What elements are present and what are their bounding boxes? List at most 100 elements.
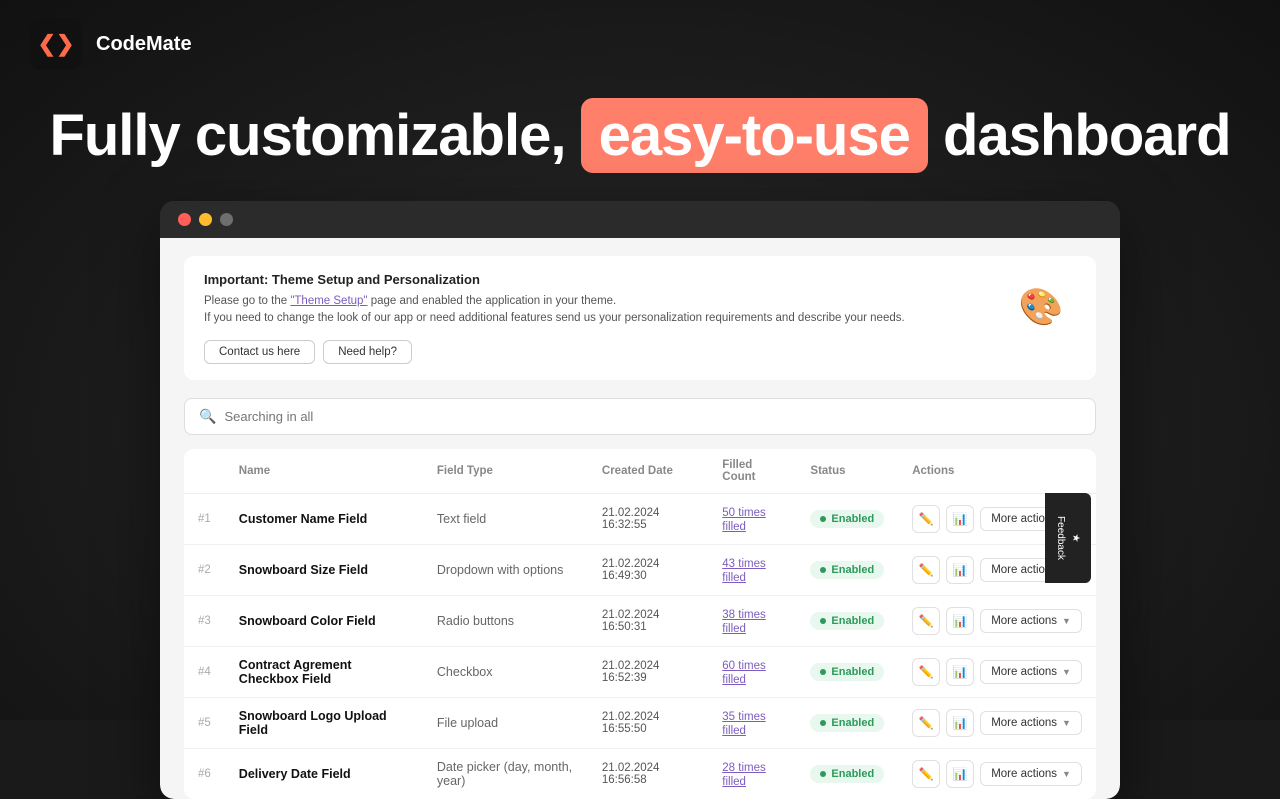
action-icons: ✏️ 📊 More actions ▼ <box>912 760 1082 788</box>
feedback-label: Feedback <box>1055 516 1066 560</box>
notice-content: Important: Theme Setup and Personalizati… <box>204 272 986 364</box>
row-field-name: Snowboard Logo Upload Field <box>225 697 423 748</box>
action-icons: ✏️ 📊 More actions ▼ <box>912 709 1082 737</box>
more-actions-label: More actions <box>991 768 1057 780</box>
row-field-name: Delivery Date Field <box>225 748 423 799</box>
chart-button[interactable]: 📊 <box>946 556 974 584</box>
chevron-down-icon: ▼ <box>1062 616 1071 626</box>
row-created-date: 21.02.2024 16:49:30 <box>588 544 708 595</box>
table-row: #6 Delivery Date Field Date picker (day,… <box>184 748 1096 799</box>
table-row: #4 Contract Agrement Checkbox Field Chec… <box>184 646 1096 697</box>
contact-button[interactable]: Contact us here <box>204 340 315 364</box>
edit-button[interactable]: ✏️ <box>912 658 940 686</box>
status-label: Enabled <box>831 666 874 678</box>
hero-suffix: dashboard <box>943 103 1231 168</box>
window-titlebar <box>160 201 1120 238</box>
table-row: #5 Snowboard Logo Upload Field File uplo… <box>184 697 1096 748</box>
chart-button[interactable]: 📊 <box>946 607 974 635</box>
chart-button[interactable]: 📊 <box>946 658 974 686</box>
status-label: Enabled <box>831 564 874 576</box>
more-actions-label: More actions <box>991 615 1057 627</box>
notice-buttons: Contact us here Need help? <box>204 340 986 364</box>
dot-red[interactable] <box>178 213 191 226</box>
table-row: #1 Customer Name Field Text field 21.02.… <box>184 493 1096 544</box>
more-actions-button[interactable]: More actions ▼ <box>980 609 1082 633</box>
feedback-star-icon: ★ <box>1070 533 1081 542</box>
row-num: #5 <box>184 697 225 748</box>
logo-box: ❮❯ <box>30 18 82 70</box>
table-header: Name Field Type Created Date Filled Coun… <box>184 449 1096 494</box>
status-dot <box>820 516 826 522</box>
status-dot <box>820 669 826 675</box>
row-filled-count[interactable]: 43 times filled <box>722 558 765 584</box>
more-actions-button[interactable]: More actions ▼ <box>980 660 1082 684</box>
row-num: #2 <box>184 544 225 595</box>
hero-section: Fully customizable, easy-to-use dashboar… <box>0 98 1280 173</box>
more-actions-label: More actions <box>991 717 1057 729</box>
edit-button[interactable]: ✏️ <box>912 709 940 737</box>
edit-button[interactable]: ✏️ <box>912 760 940 788</box>
help-button[interactable]: Need help? <box>323 340 412 364</box>
edit-button[interactable]: ✏️ <box>912 556 940 584</box>
edit-button[interactable]: ✏️ <box>912 505 940 533</box>
chart-button[interactable]: 📊 <box>946 709 974 737</box>
dashboard-window: Important: Theme Setup and Personalizati… <box>160 201 1120 799</box>
row-field-type: Radio buttons <box>423 595 588 646</box>
row-field-name: Contract Agrement Checkbox Field <box>225 646 423 697</box>
row-created-date: 21.02.2024 16:52:39 <box>588 646 708 697</box>
chevron-down-icon: ▼ <box>1062 718 1071 728</box>
status-badge: Enabled <box>810 561 884 579</box>
row-filled-count[interactable]: 50 times filled <box>722 507 765 533</box>
more-actions-button[interactable]: More actions ▼ <box>980 762 1082 786</box>
status-badge: Enabled <box>810 663 884 681</box>
notice-text: Please go to the "Theme Setup" page and … <box>204 293 986 328</box>
col-name: Name <box>225 449 423 494</box>
hero-highlight: easy-to-use <box>581 98 928 173</box>
row-num: #1 <box>184 493 225 544</box>
col-date: Created Date <box>588 449 708 494</box>
edit-button[interactable]: ✏️ <box>912 607 940 635</box>
chart-button[interactable]: 📊 <box>946 760 974 788</box>
row-filled-count[interactable]: 60 times filled <box>722 660 765 686</box>
row-field-type: Date picker (day, month, year) <box>423 748 588 799</box>
row-num: #6 <box>184 748 225 799</box>
chevron-down-icon: ▼ <box>1062 667 1071 677</box>
row-field-type: Dropdown with options <box>423 544 588 595</box>
dot-yellow[interactable] <box>199 213 212 226</box>
dot-gray[interactable] <box>220 213 233 226</box>
status-label: Enabled <box>831 717 874 729</box>
search-bar: 🔍 <box>184 398 1096 435</box>
more-actions-button[interactable]: More actions ▼ <box>980 711 1082 735</box>
action-icons: ✏️ 📊 More actions ▼ <box>912 658 1082 686</box>
search-icon: 🔍 <box>199 408 216 425</box>
search-input[interactable] <box>224 409 1081 424</box>
theme-setup-link[interactable]: "Theme Setup" <box>290 295 367 307</box>
row-field-type: File upload <box>423 697 588 748</box>
status-dot <box>820 771 826 777</box>
status-dot <box>820 567 826 573</box>
logo-icon: ❮❯ <box>38 31 75 57</box>
row-created-date: 21.02.2024 16:56:58 <box>588 748 708 799</box>
notice-line2: If you need to change the look of our ap… <box>204 312 905 324</box>
row-filled-count[interactable]: 35 times filled <box>722 711 765 737</box>
row-filled-count[interactable]: 28 times filled <box>722 762 765 788</box>
dashboard-inner: Important: Theme Setup and Personalizati… <box>160 238 1120 799</box>
row-num: #3 <box>184 595 225 646</box>
notice-title: Important: Theme Setup and Personalizati… <box>204 272 986 287</box>
row-field-type: Text field <box>423 493 588 544</box>
status-label: Enabled <box>831 513 874 525</box>
hero-prefix: Fully customizable, <box>49 103 565 168</box>
notice-banner: Important: Theme Setup and Personalizati… <box>184 256 1096 380</box>
row-created-date: 21.02.2024 16:50:31 <box>588 595 708 646</box>
status-badge: Enabled <box>810 765 884 783</box>
row-filled-count[interactable]: 38 times filled <box>722 609 765 635</box>
status-badge: Enabled <box>810 612 884 630</box>
col-filled: Filled Count <box>708 449 796 494</box>
col-status: Status <box>796 449 898 494</box>
notice-illustration: 🎨 <box>1006 272 1076 342</box>
action-icons: ✏️ 📊 More actions ▼ <box>912 607 1082 635</box>
col-type: Field Type <box>423 449 588 494</box>
feedback-tab[interactable]: ★ Feedback <box>1045 493 1091 583</box>
row-created-date: 21.02.2024 16:55:50 <box>588 697 708 748</box>
chart-button[interactable]: 📊 <box>946 505 974 533</box>
